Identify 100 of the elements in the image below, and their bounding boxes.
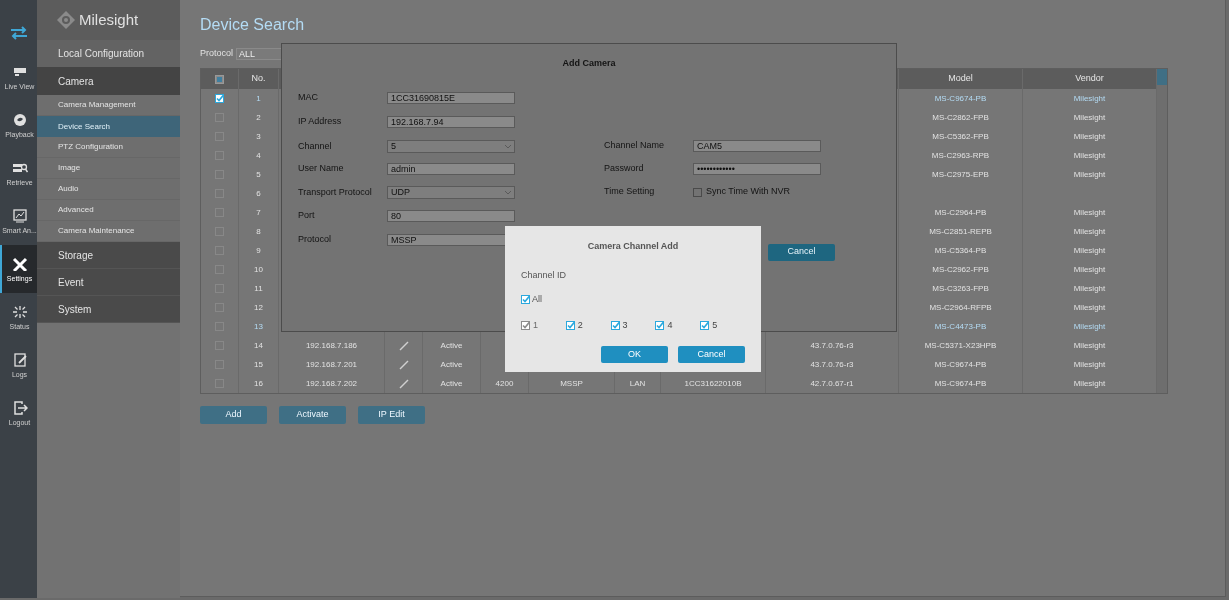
table-cell: MS-C2964-PB (934, 206, 987, 219)
field-label: Protocol (297, 233, 333, 247)
table-cell: 192.168.7.202 (305, 377, 358, 390)
checkbox-label: 4 (667, 318, 673, 332)
action-button[interactable]: Add (200, 406, 267, 424)
table-cell: Milesight (1073, 149, 1106, 162)
table-cell: 10 (254, 263, 263, 276)
table-cell: 43.7.0.76-r3 (810, 358, 854, 371)
dropdown-field[interactable]: UDP (387, 186, 515, 199)
menu-section[interactable]: Local Configuration (37, 40, 180, 67)
menu-item[interactable]: Device Search (37, 116, 180, 137)
table-cell: 5 (256, 168, 261, 181)
menu-section[interactable]: System (37, 296, 180, 323)
table-cell: 12 (254, 301, 263, 314)
table-cell: Milesight (1073, 377, 1106, 390)
field-label: Transport Protocol (297, 185, 373, 199)
table-cell: 15 (254, 358, 263, 371)
checkbox-label: All (532, 293, 542, 306)
input-field[interactable]: •••••••••••• (693, 163, 821, 175)
table-cell: 4200 (495, 377, 514, 390)
menu-section[interactable]: Camera (37, 67, 180, 95)
column-header: Vendor (1075, 72, 1104, 86)
table-cell: Milesight (1073, 263, 1106, 276)
column-header: Model (948, 72, 973, 86)
field-label: IP Address (297, 115, 343, 129)
table-cell: LAN (629, 377, 646, 390)
checkbox-label: 1 (533, 318, 538, 332)
ok-button[interactable]: OK (601, 346, 668, 363)
pencil-icon[interactable] (398, 378, 409, 389)
field-label: Channel Name (603, 139, 666, 153)
table-cell: MS-C5364-PB (934, 244, 987, 257)
field-label: User Name (297, 162, 345, 176)
pencil-icon[interactable] (398, 359, 409, 370)
checkbox-label: 3 (622, 318, 628, 332)
checkbox[interactable] (693, 187, 702, 197)
input-field[interactable]: admin (387, 163, 515, 175)
checkbox[interactable] (521, 295, 530, 305)
input-field[interactable]: 1CC31690815E (387, 92, 515, 104)
input-field[interactable]: 192.168.7.94 (387, 116, 515, 128)
checkbox[interactable] (565, 320, 575, 330)
table-cell: Milesight (1073, 358, 1106, 371)
table-cell: MSSP (560, 377, 583, 390)
field-label: Password (603, 162, 645, 176)
edit-document-icon (11, 352, 28, 367)
field-label: MAC (297, 91, 319, 105)
pencil-icon[interactable] (398, 340, 409, 351)
dialog-title: Camera Channel Add (587, 240, 679, 253)
table-cell: MS-C4473-PB (934, 320, 987, 333)
table-cell: Active (440, 339, 463, 352)
table-cell: 14 (254, 339, 263, 352)
select-all-checkbox[interactable] (215, 74, 224, 84)
checkbox-label: Sync Time With NVR (706, 185, 790, 199)
table-cell: 1CC31622010B (684, 377, 742, 390)
logo-icon (57, 11, 75, 29)
table-cell: MS-C3263-FPB (932, 282, 989, 295)
logo-text: Milesight (79, 9, 139, 30)
table-cell: MS-C2975-EPB (932, 168, 989, 181)
swap-arrows-icon (9, 26, 28, 40)
table-cell: MS-C5371-X23HPB (924, 339, 997, 352)
table-cell: MS-C2963-RPB (931, 149, 990, 162)
table-cell: 11 (254, 282, 263, 295)
table-cell: Milesight (1073, 339, 1106, 352)
dialog-title: Add Camera (562, 57, 616, 70)
table-cell: MS-C2851-REPB (929, 225, 992, 238)
cancel-button[interactable]: Cancel (768, 243, 835, 261)
table-cell: 43.7.0.76-r3 (810, 339, 854, 352)
action-button[interactable]: Activate (279, 406, 346, 424)
table-cell: Milesight (1073, 320, 1106, 333)
cancel-button[interactable]: Cancel (678, 346, 745, 363)
scrollbar-thumb[interactable] (1157, 69, 1167, 85)
menu-section[interactable]: Storage (37, 242, 180, 269)
table-cell: 13 (254, 320, 263, 333)
table-cell: Milesight (1073, 225, 1106, 238)
table-cell: Milesight (1073, 206, 1106, 219)
dropdown-field[interactable]: 5 (387, 140, 515, 153)
action-button[interactable]: IP Edit (358, 406, 425, 424)
row-checkbox[interactable] (215, 94, 224, 103)
swirl-icon (11, 112, 28, 127)
checkbox[interactable] (700, 320, 710, 330)
table-cell: 6 (256, 187, 261, 200)
menu-section[interactable]: Event (37, 269, 180, 296)
table-cell: Active (440, 377, 463, 390)
table-cell: 1 (256, 92, 261, 105)
field-label: Channel (297, 139, 333, 153)
table-cell: MS-C2964-RFPB (929, 301, 992, 314)
input-field[interactable]: 80 (387, 209, 515, 222)
table-cell: 192.168.7.186 (305, 339, 358, 352)
input-field[interactable]: CAM5 (693, 140, 821, 152)
table-cell: MS-C9674-PB (934, 377, 987, 390)
checkbox-label: 2 (577, 318, 583, 332)
checkbox[interactable] (610, 320, 620, 330)
table-cell: Milesight (1073, 168, 1106, 181)
column-header: No. (251, 72, 266, 86)
logout-icon (11, 400, 28, 415)
table-cell: Active (440, 358, 463, 371)
checkbox[interactable] (655, 320, 665, 330)
table-cell: MS-C5362-FPB (932, 130, 989, 143)
table-cell: Milesight (1073, 92, 1106, 105)
table-cell: 8 (256, 225, 261, 238)
table-cell: MS-C2962-FPB (932, 263, 989, 276)
